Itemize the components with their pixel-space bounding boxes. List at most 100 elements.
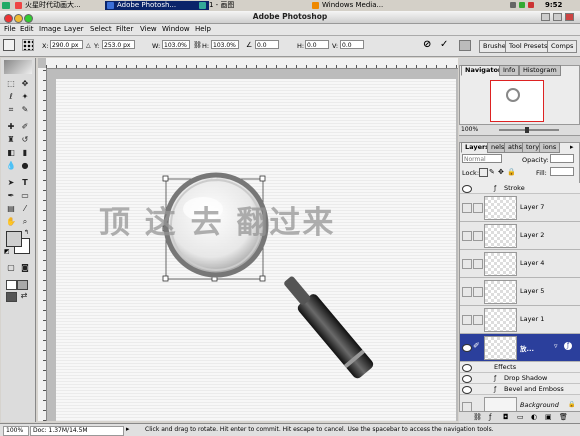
swap-colors-icon[interactable]: ↰ (24, 229, 29, 236)
menu-select[interactable]: Select (90, 24, 112, 35)
eyedropper-icon[interactable]: ⁄ (19, 203, 31, 214)
minimize-icon[interactable] (541, 13, 550, 21)
new-set-icon[interactable]: ▭ (517, 413, 524, 421)
trash-icon[interactable]: 🗑 (559, 413, 568, 421)
link-box[interactable] (473, 203, 483, 213)
gradient-icon[interactable]: ▮ (19, 147, 31, 158)
menu-file[interactable]: File (4, 24, 16, 35)
y-field[interactable]: 253.0 px (102, 40, 135, 49)
layer-name[interactable]: Layer 4 (520, 259, 544, 267)
layer-row[interactable]: Layer 5 (460, 278, 580, 306)
hand-icon[interactable]: ✋ (5, 216, 17, 227)
layer-name[interactable]: Layer 2 (520, 231, 544, 239)
maximize-icon[interactable] (553, 13, 562, 21)
layer-name[interactable]: Layer 5 (520, 287, 544, 295)
new-layer-icon[interactable]: ▣ (545, 413, 552, 421)
horizontal-ruler[interactable] (46, 58, 458, 69)
dodge-icon[interactable]: ● (19, 160, 31, 171)
volume-icon[interactable] (510, 2, 516, 8)
menu-filter[interactable]: Filter (116, 24, 133, 35)
link-icon[interactable]: ⛓ (193, 41, 202, 49)
screen-mode-icon[interactable] (6, 280, 17, 290)
network-icon[interactable] (519, 2, 525, 8)
add-style-icon[interactable]: ƒ (489, 413, 491, 421)
add-mask-icon[interactable]: ◘ (503, 413, 509, 421)
tab-histogram[interactable]: Histogram (519, 65, 561, 76)
visibility-box[interactable] (462, 203, 472, 213)
layer-name[interactable]: 放... (520, 343, 534, 353)
lock-image-icon[interactable]: ✎ (489, 168, 495, 176)
delta-icon[interactable]: △ (86, 42, 91, 49)
height-field[interactable]: 103.0% (211, 40, 239, 49)
quick-mask-icon[interactable]: ◙ (19, 262, 31, 273)
status-menu-icon[interactable]: ▸ (126, 425, 130, 433)
taskbar-item-media[interactable]: Windows Media... (310, 1, 414, 10)
commit-transform-icon[interactable]: ✓ (440, 39, 448, 50)
clone-stamp-icon[interactable]: ♜ (5, 134, 17, 145)
healing-brush-icon[interactable]: ✚ (5, 121, 17, 132)
standard-mode-icon[interactable]: ▢ (5, 262, 17, 273)
layer-row[interactable]: Layer 4 (460, 250, 580, 278)
layer-name[interactable]: Layer 7 (520, 203, 544, 211)
menu-image[interactable]: Image (39, 24, 61, 35)
zoom-slider[interactable] (499, 129, 559, 131)
start-icon[interactable] (2, 2, 10, 9)
tab-actions[interactable]: ions (539, 142, 561, 153)
eye-icon[interactable] (462, 375, 472, 383)
navigator-preview[interactable] (490, 80, 544, 122)
zoom-slider-thumb[interactable] (525, 127, 529, 133)
canvas[interactable]: 顶 这 去 翻过来 (56, 79, 456, 421)
marquee-icon[interactable]: ⬚ (5, 78, 17, 89)
lock-transparency-icon[interactable] (479, 168, 488, 177)
menu-layer[interactable]: Layer (64, 24, 84, 35)
jump-to-imageready-icon[interactable]: ⇄ (18, 290, 30, 301)
screen-mode-full-icon[interactable] (6, 292, 17, 302)
lock-all-icon[interactable]: 🔒 (507, 168, 516, 176)
foreground-color-swatch[interactable] (6, 231, 22, 247)
effect-row-bevel[interactable]: ƒ Bevel and Emboss (460, 384, 580, 395)
eye-icon[interactable] (462, 386, 472, 394)
vertical-ruler[interactable] (38, 68, 47, 421)
comps-tab[interactable]: Comps (547, 40, 578, 53)
type-icon[interactable]: T (19, 177, 31, 188)
path-selection-icon[interactable]: ➤ (5, 177, 17, 188)
layer-row-selected[interactable]: ✐ 放... ▿ ƒ (460, 334, 580, 362)
fill-field[interactable] (550, 167, 574, 176)
move-icon[interactable]: ✥ (19, 78, 31, 89)
brush-icon[interactable]: ✐ (19, 121, 31, 132)
pen-icon[interactable]: ✒ (5, 190, 17, 201)
lock-position-icon[interactable]: ✥ (498, 168, 504, 176)
eye-icon[interactable] (462, 364, 472, 372)
angle-field[interactable]: 0.0 (255, 40, 279, 49)
tab-info[interactable]: Info (499, 65, 520, 76)
vskew-field[interactable]: 0.0 (340, 40, 364, 49)
history-brush-icon[interactable]: ↺ (19, 134, 31, 145)
link-box[interactable] (473, 287, 483, 297)
eye-icon[interactable] (462, 185, 472, 193)
link-box[interactable] (473, 315, 483, 325)
lasso-icon[interactable]: ℓ (5, 91, 17, 102)
opacity-field[interactable] (550, 154, 574, 163)
hskew-field[interactable]: 0.0 (305, 40, 329, 49)
effects-row[interactable]: Effects (460, 362, 580, 373)
effect-row-drop-shadow[interactable]: ƒ Drop Shadow (460, 373, 580, 384)
taskbar-item-paint[interactable]: 1 - 画图 (197, 1, 296, 10)
link-layers-icon[interactable]: ⛓ (473, 413, 482, 421)
palette-well-icon[interactable] (459, 40, 471, 51)
screen-mode-full-menu-icon[interactable] (17, 280, 28, 290)
link-box[interactable] (473, 231, 483, 241)
menu-edit[interactable]: Edit (20, 24, 34, 35)
eraser-icon[interactable]: ◧ (5, 147, 17, 158)
crop-icon[interactable]: ⌗ (5, 104, 17, 115)
visibility-box[interactable] (462, 231, 472, 241)
shape-icon[interactable]: ▭ (19, 190, 31, 201)
eye-icon[interactable] (462, 344, 472, 352)
close-icon[interactable] (565, 13, 574, 21)
expand-effects-icon[interactable]: ▿ (554, 342, 558, 350)
magnifier-image[interactable] (56, 79, 456, 421)
taskbar-item-photoshop[interactable]: Adobe Photosh... (105, 1, 209, 10)
tool-presets-tab[interactable]: Tool Presets (505, 40, 552, 53)
x-field[interactable]: 290.0 px (50, 40, 83, 49)
layer-row[interactable]: Layer 7 (460, 194, 580, 222)
menu-help[interactable]: Help (195, 24, 211, 35)
